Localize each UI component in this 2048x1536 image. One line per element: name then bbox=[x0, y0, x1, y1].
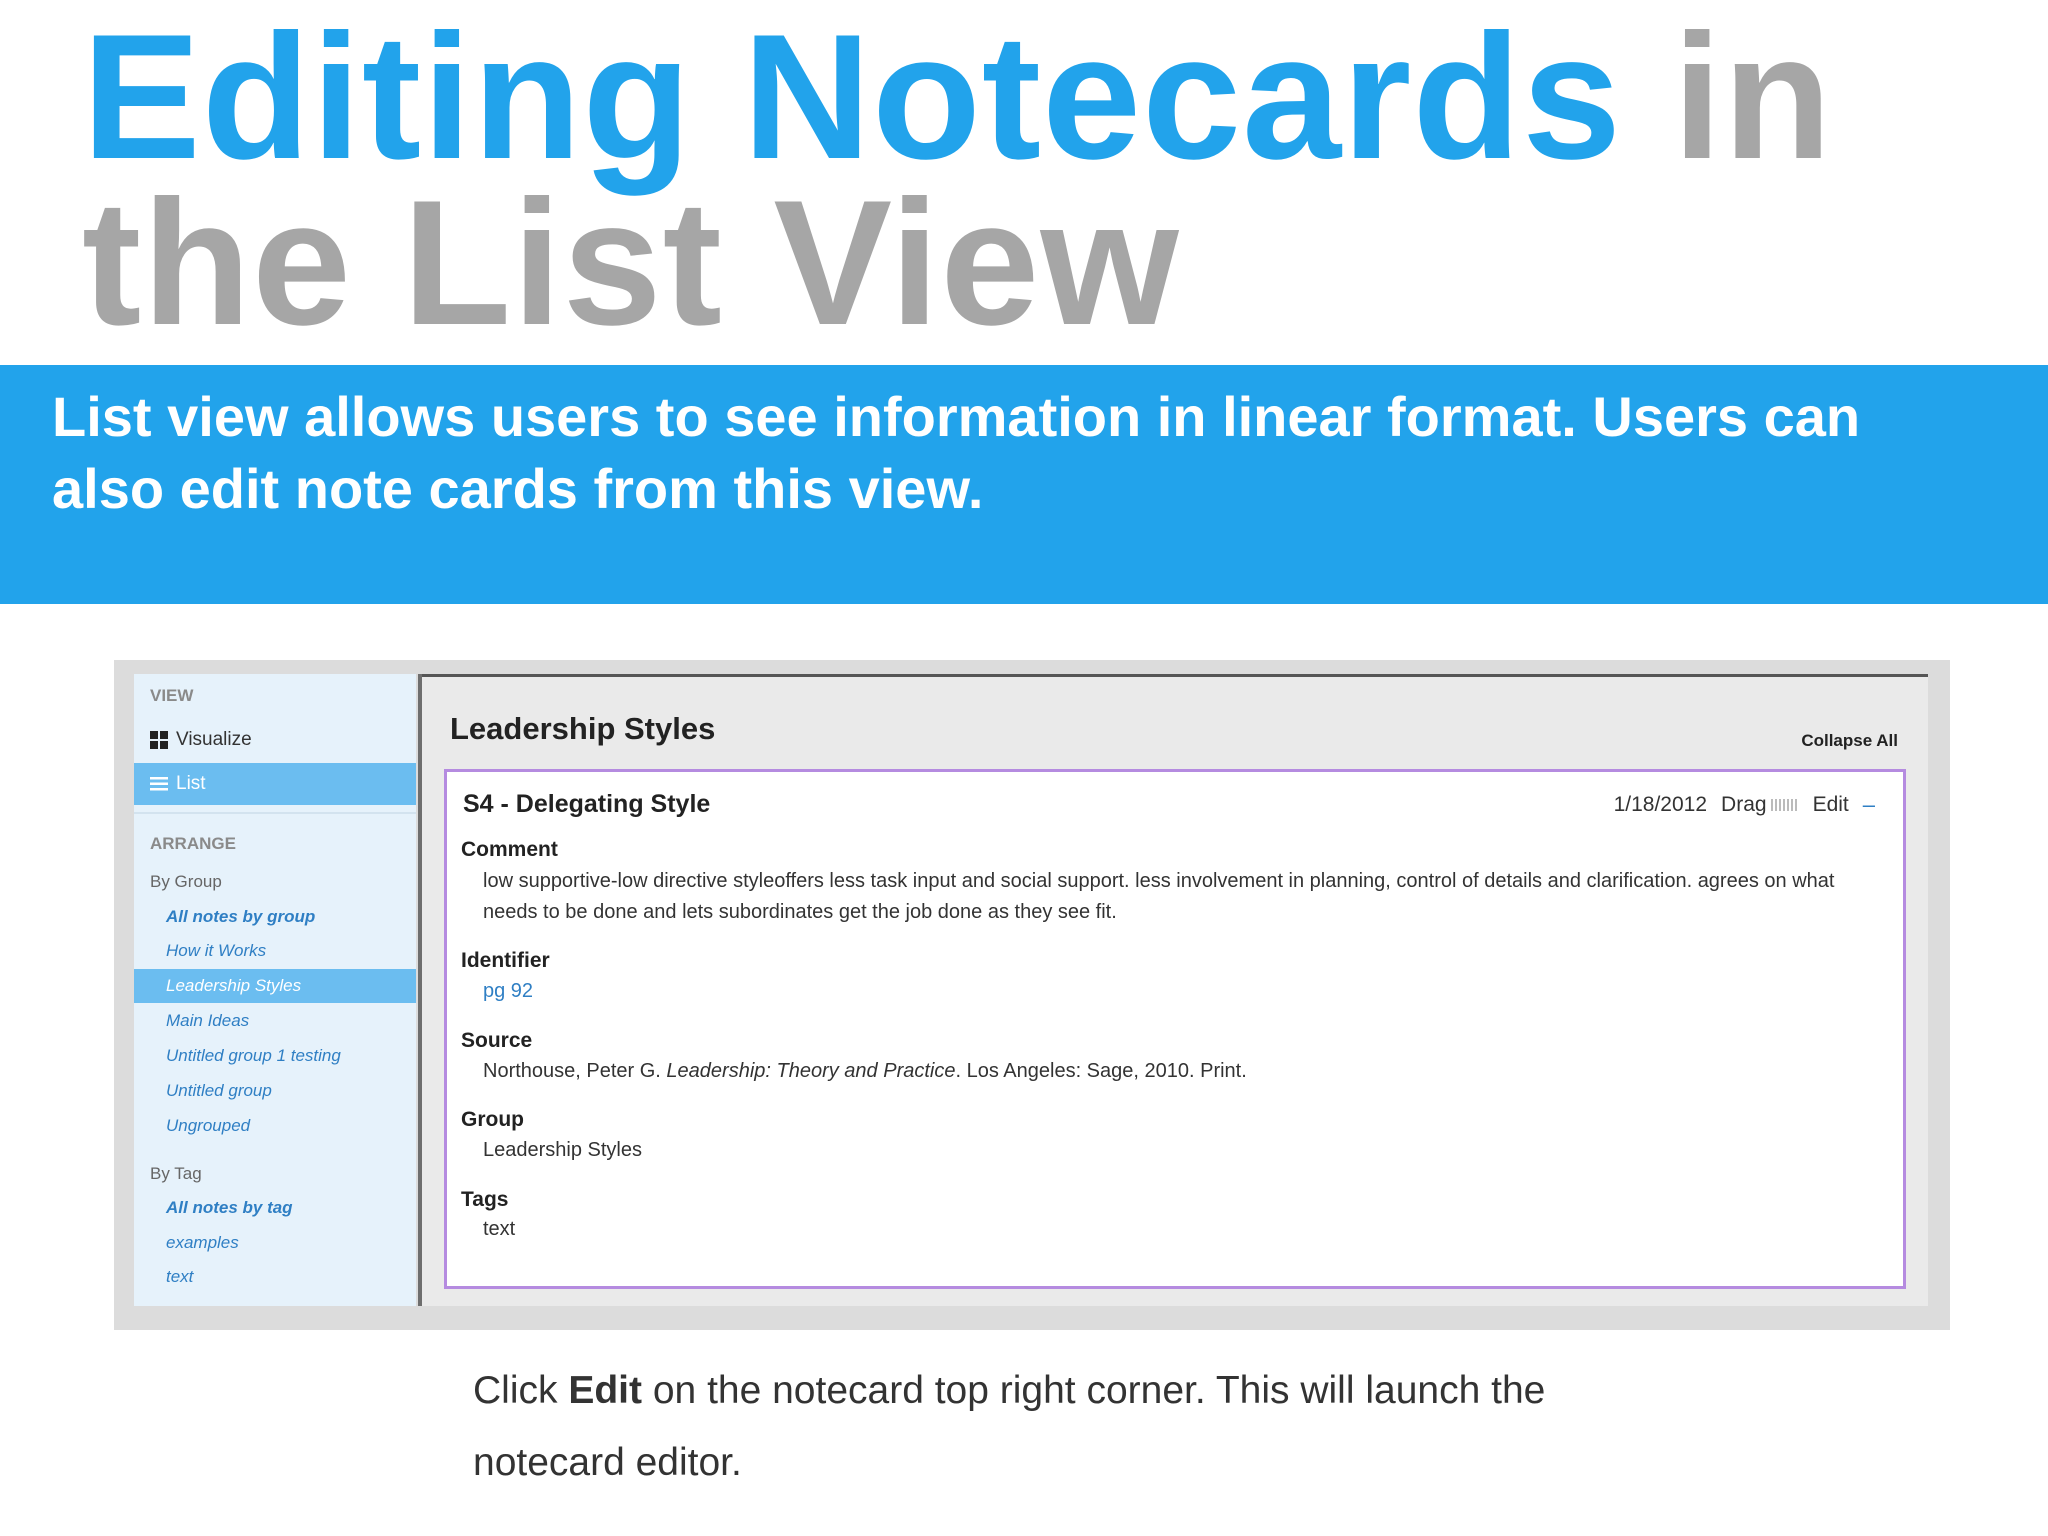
instruction-caption: Click Edit on the notecard top right cor… bbox=[473, 1369, 1546, 1484]
group-value: Leadership Styles bbox=[483, 1139, 642, 1161]
by-group-label: By Group bbox=[150, 872, 222, 891]
description-banner: List view allows users to see informatio… bbox=[0, 365, 2048, 604]
sidebar-item-visualize[interactable]: Visualize bbox=[134, 719, 416, 761]
drag-grip-icon bbox=[1770, 799, 1799, 811]
comment-value: low supportive-low directive styleoffers… bbox=[483, 870, 1835, 923]
sidebar-group-how-it-works[interactable]: How it Works bbox=[134, 934, 416, 968]
list-view-panel: Leadership Styles Collapse All S4 - Dele… bbox=[422, 674, 1928, 1306]
identifier-value[interactable]: pg 92 bbox=[483, 976, 1883, 1007]
title-part-gray: in bbox=[1622, 0, 1833, 196]
collapse-card-icon[interactable]: – bbox=[1863, 792, 1875, 818]
list-icon bbox=[150, 775, 168, 793]
sidebar-tag-examples[interactable]: examples bbox=[134, 1226, 416, 1260]
sidebar-group-ungrouped[interactable]: Ungrouped bbox=[134, 1109, 416, 1143]
by-tag-label: By Tag bbox=[150, 1164, 202, 1183]
tags-value: text bbox=[483, 1218, 516, 1240]
sidebar-group-all[interactable]: All notes by group bbox=[134, 900, 416, 934]
grid-icon bbox=[150, 731, 168, 749]
app-screenshot: VIEW Visualize List ARRANGE By Group All… bbox=[114, 660, 1950, 1330]
collapse-all-button[interactable]: Collapse All bbox=[1801, 731, 1898, 751]
sidebar-tag-text[interactable]: text bbox=[134, 1260, 416, 1294]
source-value: Northouse, Peter G. Leadership: Theory a… bbox=[483, 1060, 1247, 1082]
drag-handle[interactable]: Drag bbox=[1721, 793, 1799, 817]
sidebar: VIEW Visualize List ARRANGE By Group All… bbox=[134, 674, 416, 1306]
sidebar-tag-all[interactable]: All notes by tag bbox=[134, 1191, 416, 1225]
sidebar-item-label: List bbox=[176, 773, 206, 794]
group-title: Leadership Styles bbox=[450, 711, 716, 746]
arrange-section-label: ARRANGE bbox=[150, 834, 236, 853]
tags-label: Tags bbox=[461, 1188, 509, 1211]
source-label: Source bbox=[461, 1029, 533, 1052]
source-title: Leadership: Theory and Practice bbox=[666, 1060, 956, 1082]
notecard-meta: 1/18/2012 Drag Edit – bbox=[1614, 792, 1875, 818]
sidebar-group-untitled-1-testing[interactable]: Untitled group 1 testing bbox=[134, 1039, 416, 1073]
drag-label: Drag bbox=[1721, 793, 1767, 816]
caption-edit-emphasis: Edit bbox=[568, 1369, 643, 1412]
notecard-title: S4 - Delegating Style bbox=[463, 790, 711, 818]
edit-button[interactable]: Edit bbox=[1813, 793, 1849, 817]
sidebar-item-list[interactable]: List bbox=[134, 763, 416, 805]
identifier-label: Identifier bbox=[461, 949, 550, 972]
title-line2: the List View bbox=[82, 163, 1180, 362]
group-label: Group bbox=[461, 1108, 524, 1131]
sidebar-group-leadership-styles[interactable]: Leadership Styles bbox=[134, 969, 416, 1003]
notecard: S4 - Delegating Style 1/18/2012 Drag Edi… bbox=[444, 769, 1906, 1289]
sidebar-group-main-ideas[interactable]: Main Ideas bbox=[134, 1004, 416, 1038]
banner-text: List view allows users to see informatio… bbox=[52, 385, 1861, 520]
view-section-label: VIEW bbox=[150, 686, 194, 705]
comment-label: Comment bbox=[461, 838, 558, 861]
slide-title: Editing Notecards in the List View bbox=[82, 8, 1833, 352]
sidebar-divider bbox=[134, 812, 416, 814]
sidebar-item-label: Visualize bbox=[176, 729, 252, 750]
sidebar-group-untitled[interactable]: Untitled group bbox=[134, 1074, 416, 1108]
notecard-date: 1/18/2012 bbox=[1613, 793, 1708, 816]
